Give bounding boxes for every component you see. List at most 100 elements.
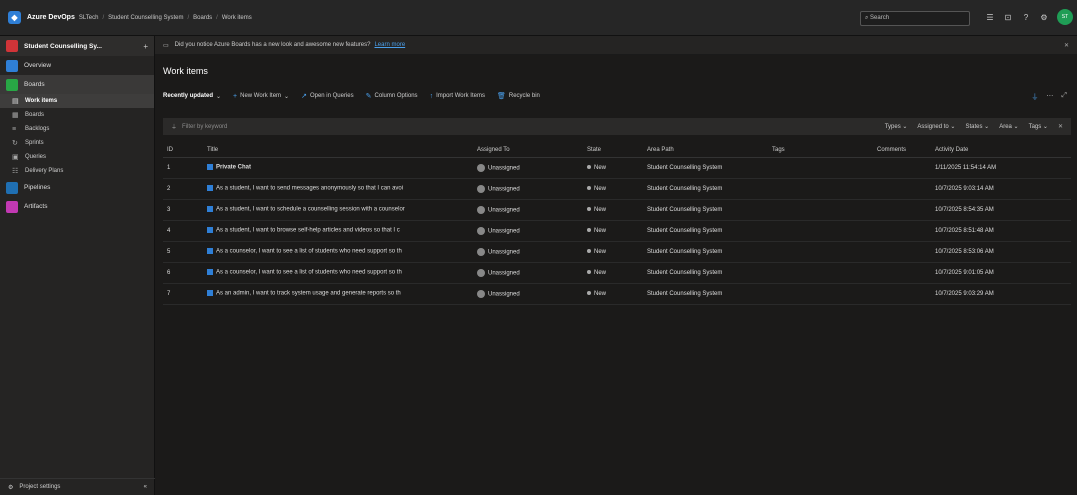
cell-title[interactable]: As a counselor, I want to see a list of … (203, 262, 473, 284)
sidebar-item-label: Artifacts (24, 203, 48, 210)
sidebar-item-work-items[interactable]: ▤ Work items (0, 94, 154, 108)
cell-assigned-to[interactable]: Unassigned (473, 157, 583, 179)
shopping-bag-icon[interactable]: ⊡ (1003, 13, 1013, 22)
user-story-icon (207, 269, 213, 276)
view-selector[interactable]: Recently updated ⌄ (163, 93, 221, 100)
cell-tags (768, 241, 873, 263)
cell-area-path: Student Counselling System (643, 199, 768, 221)
work-items-table: ID Title Assigned To State Area Path Tag… (163, 143, 1071, 305)
work-item-title-link[interactable]: Private Chat (216, 165, 251, 171)
work-item-title-link[interactable]: As a student, I want to send messages an… (216, 186, 403, 192)
help-icon[interactable]: ? (1021, 13, 1031, 22)
cell-state[interactable]: New (583, 157, 643, 179)
cell-assigned-to[interactable]: Unassigned (473, 241, 583, 263)
cell-state[interactable]: New (583, 241, 643, 263)
column-header-area-path[interactable]: Area Path (643, 143, 768, 158)
sidebar-item-pipelines[interactable]: Pipelines (0, 178, 154, 197)
list-icon[interactable]: ☰ (985, 13, 995, 22)
table-row[interactable]: 5 As a counselor, I want to see a list of… (163, 241, 1071, 263)
project-selector[interactable]: Student Counselling Sy... + (0, 36, 154, 56)
learn-more-link[interactable]: Learn more (374, 42, 405, 48)
cell-activity-date: 10/7/2025 9:01:05 AM (931, 262, 1071, 284)
cell-assigned-to[interactable]: Unassigned (473, 220, 583, 242)
breadcrumb-project[interactable]: Student Counselling System (108, 15, 183, 21)
filter-tags[interactable]: Tags ⌄ (1029, 123, 1048, 130)
cell-state[interactable]: New (583, 220, 643, 242)
work-item-title-link[interactable]: As a student, I want to browse self-help… (216, 228, 400, 234)
column-options-button[interactable]: ✎ Column Options (366, 92, 418, 100)
filter-icon[interactable]: ⏚ (1031, 92, 1038, 102)
user-settings-icon[interactable]: ⚙ (1039, 13, 1049, 22)
cell-state[interactable]: New (583, 178, 643, 200)
work-item-title-link[interactable]: As an admin, I want to track system usag… (216, 291, 401, 297)
work-item-title-link[interactable]: As a counselor, I want to see a list of … (216, 249, 402, 255)
brand-name[interactable]: Azure DevOps (27, 14, 75, 21)
sidebar-item-backlogs[interactable]: ≡ Backlogs (0, 122, 154, 136)
filter-states[interactable]: States ⌄ (965, 123, 989, 130)
filter-types[interactable]: Types ⌄ (885, 123, 908, 130)
sidebar-item-sprints[interactable]: ↻ Sprints (0, 136, 154, 150)
cell-title[interactable]: As an admin, I want to track system usag… (203, 283, 473, 305)
cell-state[interactable]: New (583, 262, 643, 284)
cell-state[interactable]: New (583, 199, 643, 221)
work-item-title-link[interactable]: As a student, I want to schedule a couns… (216, 207, 405, 213)
table-row[interactable]: 4 As a student, I want to browse self-hel… (163, 220, 1071, 242)
more-options-icon[interactable]: ⋯ (1046, 92, 1053, 102)
import-work-items-button[interactable]: ↑ Import Work Items (430, 93, 485, 100)
recycle-bin-button[interactable]: 🗑 Recycle bin (497, 92, 540, 100)
sidebar-item-label: Pipelines (24, 184, 51, 191)
filter-assigned-to[interactable]: Assigned to ⌄ (917, 123, 955, 130)
cell-title[interactable]: Private Chat (203, 157, 473, 179)
breadcrumb-separator: / (216, 14, 218, 21)
table-row[interactable]: 3 As a student, I want to schedule a coun… (163, 199, 1071, 221)
column-header-state[interactable]: State (583, 143, 643, 158)
work-item-title-link[interactable]: As a counselor, I want to see a list of … (216, 270, 402, 276)
cell-assigned-to[interactable]: Unassigned (473, 199, 583, 221)
cell-assigned-to[interactable]: Unassigned (473, 178, 583, 200)
state-label: New (594, 227, 607, 234)
new-work-item-button[interactable]: + New Work Item ⌄ (233, 93, 289, 100)
filter-area[interactable]: Area ⌄ (999, 123, 1018, 130)
breadcrumb-org[interactable]: SLTech (79, 15, 99, 21)
collapse-icon[interactable]: « (144, 484, 147, 490)
column-header-comments[interactable]: Comments (873, 143, 931, 158)
sidebar-item-boards-sub[interactable]: ▦ Boards (0, 108, 154, 122)
cell-title[interactable]: As a student, I want to schedule a couns… (203, 199, 473, 221)
column-header-title[interactable]: Title (203, 143, 473, 158)
sidebar-item-boards[interactable]: Boards (0, 75, 154, 94)
breadcrumb-work-items[interactable]: Work items (222, 15, 252, 21)
close-icon[interactable]: ✕ (1058, 123, 1063, 130)
unassigned-avatar-icon (477, 184, 485, 193)
backlog-icon: ≡ (12, 125, 17, 133)
avatar[interactable]: ST (1057, 9, 1073, 25)
artifacts-icon (6, 200, 18, 213)
sidebar-item-overview[interactable]: Overview (0, 56, 154, 75)
cell-assigned-to[interactable]: Unassigned (473, 262, 583, 284)
column-header-assigned-to[interactable]: Assigned To (473, 143, 583, 158)
column-header-activity-date[interactable]: Activity Date (931, 143, 1071, 158)
table-row[interactable]: 1 Private Chat Unassigned New Student Counse… (163, 157, 1071, 179)
azure-devops-logo-icon[interactable]: ◆ (8, 11, 21, 24)
column-header-tags[interactable]: Tags (768, 143, 873, 158)
sidebar-item-queries[interactable]: ▣ Queries (0, 150, 154, 164)
sidebar-item-artifacts[interactable]: Artifacts (0, 197, 154, 216)
search-input[interactable]: ⌕ Search (860, 11, 970, 26)
cell-state[interactable]: New (583, 283, 643, 305)
overview-icon (6, 59, 18, 72)
cell-assigned-to[interactable]: Unassigned (473, 283, 583, 305)
breadcrumb-boards[interactable]: Boards (193, 15, 212, 21)
close-icon[interactable]: ✕ (1064, 42, 1069, 49)
cell-title[interactable]: As a student, I want to browse self-help… (203, 220, 473, 242)
cell-title[interactable]: As a counselor, I want to see a list of … (203, 241, 473, 263)
add-icon[interactable]: + (143, 42, 148, 51)
sidebar-item-delivery-plans[interactable]: ☷ Delivery Plans (0, 164, 154, 178)
table-row[interactable]: 6 As a counselor, I want to see a list of… (163, 262, 1071, 284)
table-row[interactable]: 7 As an admin, I want to track system usa… (163, 283, 1071, 305)
project-settings[interactable]: ⚙ Project settings « (0, 478, 155, 495)
table-row[interactable]: 2 As a student, I want to send messages a… (163, 178, 1071, 200)
open-in-queries-button[interactable]: ↗ Open in Queries (301, 92, 354, 100)
filter-keyword-input[interactable]: Filter by keyword (182, 124, 227, 130)
column-header-id[interactable]: ID (163, 143, 203, 158)
expand-icon[interactable]: ⤢ (1061, 92, 1067, 102)
cell-title[interactable]: As a student, I want to send messages an… (203, 178, 473, 200)
